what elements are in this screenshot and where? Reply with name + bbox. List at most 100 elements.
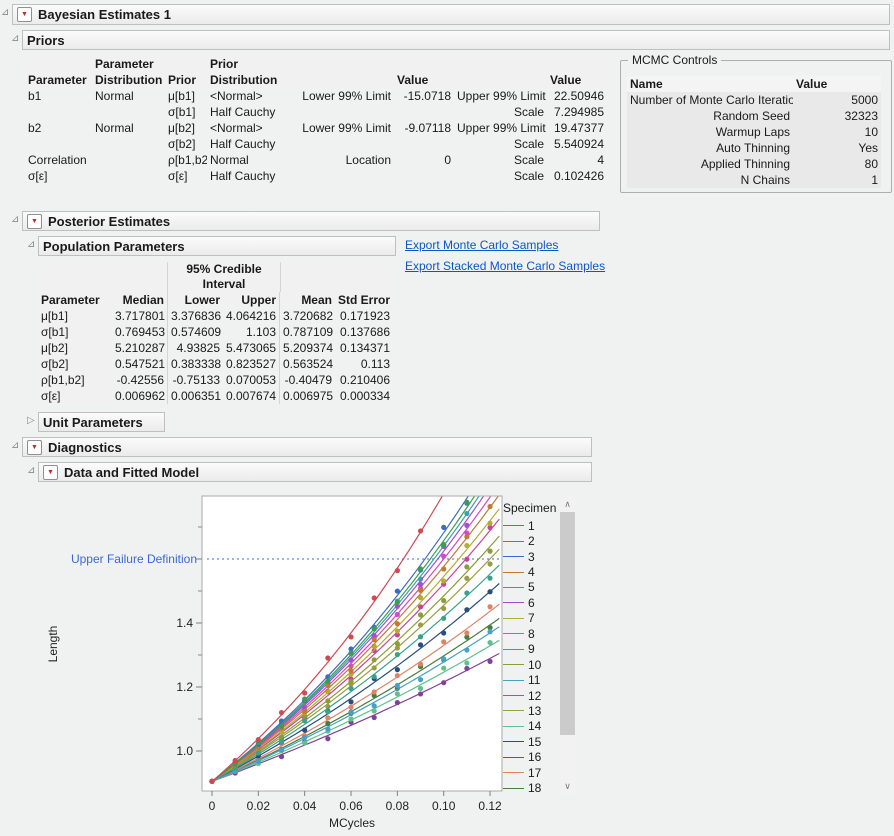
- data-point-specimen-14: [441, 666, 446, 671]
- table-row: Applied Thinning80: [627, 156, 881, 172]
- data-point-specimen-1: [302, 690, 307, 695]
- table-cell: 5.210287: [112, 340, 168, 356]
- legend-item-label: 2: [528, 534, 535, 548]
- data-point-specimen-17: [348, 705, 353, 710]
- table-cell: Normal: [92, 88, 165, 104]
- red-triangle-menu-icon[interactable]: ▼: [43, 465, 58, 480]
- export-monte-carlo-samples-link[interactable]: Export Monte Carlo Samples: [405, 238, 558, 252]
- data-point-specimen-2: [464, 500, 469, 505]
- table-cell: 0.769453: [112, 324, 168, 340]
- data-point-specimen-13: [418, 622, 423, 627]
- data-point-specimen-11: [418, 677, 423, 682]
- disclosure-icon[interactable]: ▷: [27, 416, 35, 426]
- data-point-specimen-5: [325, 709, 330, 714]
- data-point-specimen-5: [487, 576, 492, 581]
- column-header: Lower: [168, 292, 223, 308]
- table-cell: 0.547521: [112, 356, 168, 372]
- table-cell: Upper 99% Limit: [454, 88, 547, 104]
- legend-item-label: 1: [528, 519, 535, 533]
- data-point-specimen-4: [441, 566, 446, 571]
- disclosure-icon[interactable]: ⊿: [27, 240, 35, 250]
- column-header: Value: [394, 72, 454, 88]
- red-triangle-menu-icon[interactable]: ▼: [27, 440, 42, 455]
- data-point-specimen-17: [487, 604, 492, 609]
- legend-item-label: 15: [528, 735, 541, 749]
- data-point-specimen-2: [418, 566, 423, 571]
- red-triangle-menu-icon[interactable]: ▼: [17, 7, 32, 22]
- data-point-specimen-2: [279, 724, 284, 729]
- table-cell: μ[b2]: [38, 340, 112, 356]
- outline-bar-posterior-estimates[interactable]: ▼ Posterior Estimates: [22, 211, 600, 231]
- outline-bar-bayesian-estimates[interactable]: ▼ Bayesian Estimates 1: [12, 4, 890, 25]
- data-point-specimen-5: [256, 750, 261, 755]
- data-point-specimen-16: [441, 680, 446, 685]
- data-point-specimen-10: [464, 564, 469, 569]
- legend-item-label: 8: [528, 627, 535, 641]
- legend-item-label: 3: [528, 550, 535, 564]
- legend-line-swatch: [503, 525, 524, 526]
- data-point-specimen-13: [395, 645, 400, 650]
- export-stacked-monte-carlo-samples-link[interactable]: Export Stacked Monte Carlo Samples: [405, 259, 605, 273]
- table-cell: σ[b1]: [165, 104, 207, 120]
- data-point-specimen-12: [464, 557, 469, 562]
- table-cell: 0.006351: [168, 388, 223, 404]
- x-tick-label: 0.12: [478, 799, 502, 813]
- data-point-specimen-4: [372, 637, 377, 642]
- outline-bar-diagnostics[interactable]: ▼ Diagnostics: [22, 437, 592, 457]
- disclosure-icon[interactable]: ⊿: [27, 466, 35, 476]
- outline-bar-data-and-fitted-model[interactable]: ▼ Data and Fitted Model: [38, 462, 592, 482]
- page-title: Bayesian Estimates 1: [38, 7, 171, 22]
- x-tick-label: 0.10: [432, 799, 456, 813]
- legend-item-label: 12: [528, 689, 541, 703]
- table-cell: 32323: [793, 108, 881, 124]
- disclosure-icon[interactable]: ⊿: [11, 34, 19, 44]
- data-point-specimen-11: [279, 747, 284, 752]
- legend-item-label: 5: [528, 580, 535, 594]
- table-cell: 0.563524: [280, 356, 335, 372]
- data-point-specimen-17: [325, 715, 330, 720]
- y-tick-label: 1.4: [176, 616, 193, 630]
- y-tick-label: 1.2: [176, 680, 193, 694]
- column-header: Value: [547, 72, 607, 88]
- data-point-specimen-17: [464, 630, 469, 635]
- legend-line-swatch: [503, 556, 524, 557]
- legend-scrollbar[interactable]: ∧ ∨: [559, 496, 576, 794]
- mcmc-table: Name Value Number of Monte Carlo Iterati…: [627, 76, 881, 188]
- data-point-specimen-11: [325, 726, 330, 731]
- data-point-specimen-5: [279, 739, 284, 744]
- table-cell: 5.540924: [547, 136, 607, 152]
- table-cell: [92, 152, 165, 168]
- column-header: Prior: [165, 72, 207, 88]
- scrollbar-down-icon[interactable]: ∨: [559, 778, 576, 794]
- data-point-specimen-16: [464, 666, 469, 671]
- table-cell: Scale: [454, 104, 547, 120]
- outline-bar-priors[interactable]: Priors: [22, 30, 890, 50]
- data-point-specimen-15: [418, 642, 423, 647]
- red-triangle-menu-icon[interactable]: ▼: [27, 214, 42, 229]
- data-point-specimen-17: [441, 639, 446, 644]
- table-cell: Yes: [793, 140, 881, 156]
- disclosure-icon[interactable]: ⊿: [1, 8, 9, 18]
- data-point-specimen-4: [418, 588, 423, 593]
- legend-item-label: 13: [528, 704, 541, 718]
- table-cell: [25, 136, 92, 152]
- data-point-specimen-5: [348, 686, 353, 691]
- legend-item-label: 14: [528, 719, 541, 733]
- outline-bar-population-parameters[interactable]: Population Parameters: [38, 236, 396, 256]
- table-cell: 0.210406: [335, 372, 393, 388]
- table-cell: ρ[b1,b2]: [38, 372, 112, 388]
- scrollbar-up-icon[interactable]: ∧: [559, 496, 576, 512]
- table-cell: Normal: [92, 120, 165, 136]
- outline-bar-unit-parameters[interactable]: Unit Parameters: [38, 412, 165, 432]
- table-row: Random Seed32323: [627, 108, 881, 124]
- table-cell: -0.75133: [168, 372, 223, 388]
- data-point-specimen-1: [209, 779, 214, 784]
- scrollbar-thumb[interactable]: [560, 512, 575, 735]
- data-point-specimen-6: [464, 523, 469, 528]
- table-row: σ[b2]Half CauchyScale5.540924: [25, 136, 607, 152]
- data-point-specimen-6: [418, 582, 423, 587]
- legend-item-label: 11: [528, 673, 540, 687]
- legend-line-swatch: [503, 618, 524, 619]
- disclosure-icon[interactable]: ⊿: [11, 215, 19, 225]
- disclosure-icon[interactable]: ⊿: [11, 441, 19, 451]
